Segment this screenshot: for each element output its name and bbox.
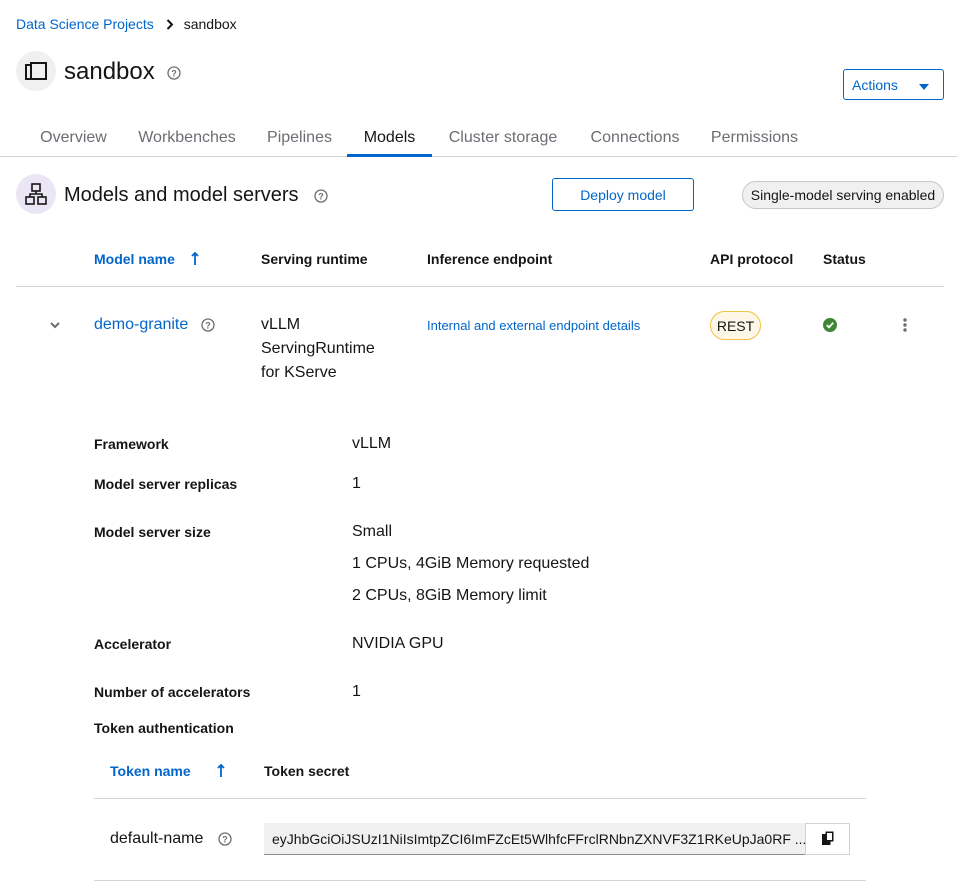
page-title-text: sandbox bbox=[64, 58, 155, 85]
tab-workbenches[interactable]: Workbenches bbox=[123, 120, 251, 156]
breadcrumb: Data Science Projects sandbox bbox=[16, 15, 237, 33]
column-header-token-name-label: Token name bbox=[110, 763, 191, 779]
column-header-token-name[interactable]: Token name bbox=[110, 763, 225, 780]
help-icon[interactable]: ? bbox=[314, 189, 328, 203]
tab-overview[interactable]: Overview bbox=[24, 120, 123, 156]
breadcrumb-link-projects[interactable]: Data Science Projects bbox=[16, 16, 154, 32]
detail-label-framework: Framework bbox=[94, 436, 169, 452]
actions-label: Actions bbox=[852, 76, 898, 93]
tab-permissions[interactable]: Permissions bbox=[696, 120, 813, 156]
help-icon[interactable]: ? bbox=[167, 66, 182, 80]
table-header-divider bbox=[16, 286, 944, 287]
tab-models[interactable]: Models bbox=[347, 120, 432, 157]
tab-pipelines[interactable]: Pipelines bbox=[251, 120, 348, 156]
detail-label-size: Model server size bbox=[94, 524, 211, 540]
api-protocol-badge: REST bbox=[710, 311, 761, 340]
detail-value-framework: vLLM bbox=[352, 435, 392, 452]
copy-icon bbox=[821, 831, 834, 848]
actions-dropdown[interactable]: Actions bbox=[843, 69, 944, 100]
breadcrumb-current: sandbox bbox=[183, 16, 237, 32]
detail-value-size-name: Small bbox=[352, 523, 393, 540]
chevron-down-icon[interactable] bbox=[48, 318, 62, 332]
serving-runtime-line: ServingRuntime bbox=[261, 340, 375, 357]
section-title: Models and model servers ? bbox=[64, 182, 328, 208]
detail-value-size-limit: 2 CPUs, 8GiB Memory limit bbox=[352, 587, 547, 604]
model-server-icon bbox=[16, 174, 56, 214]
help-icon[interactable]: ? bbox=[201, 318, 215, 332]
detail-label-num-accelerators: Number of accelerators bbox=[94, 684, 251, 700]
status-success-icon bbox=[823, 318, 837, 337]
svg-text:?: ? bbox=[318, 191, 324, 201]
detail-label-replicas: Model server replicas bbox=[94, 476, 238, 492]
model-name-cell: demo-granite ? bbox=[94, 313, 215, 337]
caret-down-icon bbox=[919, 77, 929, 93]
column-header-api-protocol: API protocol bbox=[710, 251, 794, 267]
tab-cluster-storage[interactable]: Cluster storage bbox=[432, 120, 574, 156]
column-header-status: Status bbox=[823, 251, 866, 267]
detail-value-num-accelerators: 1 bbox=[352, 683, 361, 700]
model-name-link[interactable]: demo-granite bbox=[94, 316, 188, 333]
sort-ascending-icon bbox=[216, 763, 225, 781]
token-table-header-divider bbox=[94, 798, 866, 799]
project-icon bbox=[16, 51, 56, 91]
section-title-text: Models and model servers bbox=[64, 184, 299, 206]
tab-connections[interactable]: Connections bbox=[574, 120, 696, 156]
column-header-model-name-label: Model name bbox=[94, 251, 175, 267]
token-name-cell: default-name ? bbox=[110, 827, 232, 851]
token-table-row-divider bbox=[94, 880, 866, 881]
serving-mode-badge: Single-model serving enabled bbox=[742, 181, 944, 209]
serving-runtime-line: for KServe bbox=[261, 364, 337, 381]
column-header-inference-endpoint: Inference endpoint bbox=[427, 251, 553, 267]
token-secret-field[interactable]: eyJhbGciOiJSUzI1NiIsImtpZCI6ImFZcEt5Wlhf… bbox=[264, 823, 806, 855]
column-header-token-secret: Token secret bbox=[264, 763, 350, 779]
token-name-text: default-name bbox=[110, 830, 204, 847]
detail-value-replicas: 1 bbox=[352, 475, 361, 492]
svg-text:?: ? bbox=[205, 320, 211, 330]
column-header-model-name[interactable]: Model name bbox=[94, 251, 199, 268]
detail-value-accelerator: NVIDIA GPU bbox=[352, 635, 444, 652]
endpoint-details-link[interactable]: Internal and external endpoint details bbox=[427, 317, 640, 334]
detail-label-accelerator: Accelerator bbox=[94, 636, 172, 652]
detail-value-size-requested: 1 CPUs, 4GiB Memory requested bbox=[352, 555, 590, 572]
project-tabs: Overview Workbenches Pipelines Models Cl… bbox=[0, 120, 957, 157]
svg-text:?: ? bbox=[172, 68, 178, 78]
svg-text:?: ? bbox=[222, 834, 228, 844]
serving-runtime-cell: vLLM ServingRuntime for KServe bbox=[261, 313, 411, 385]
kebab-menu-icon[interactable] bbox=[899, 317, 911, 333]
page-title: sandbox ? bbox=[64, 57, 182, 87]
help-icon[interactable]: ? bbox=[218, 832, 232, 846]
copy-button[interactable] bbox=[805, 823, 850, 855]
deploy-model-button[interactable]: Deploy model bbox=[552, 178, 694, 211]
chevron-right-icon bbox=[166, 18, 174, 30]
detail-label-token-auth: Token authentication bbox=[94, 720, 234, 736]
serving-runtime-line: vLLM bbox=[261, 316, 301, 333]
column-header-serving-runtime: Serving runtime bbox=[261, 251, 368, 267]
sort-ascending-icon bbox=[191, 251, 199, 269]
